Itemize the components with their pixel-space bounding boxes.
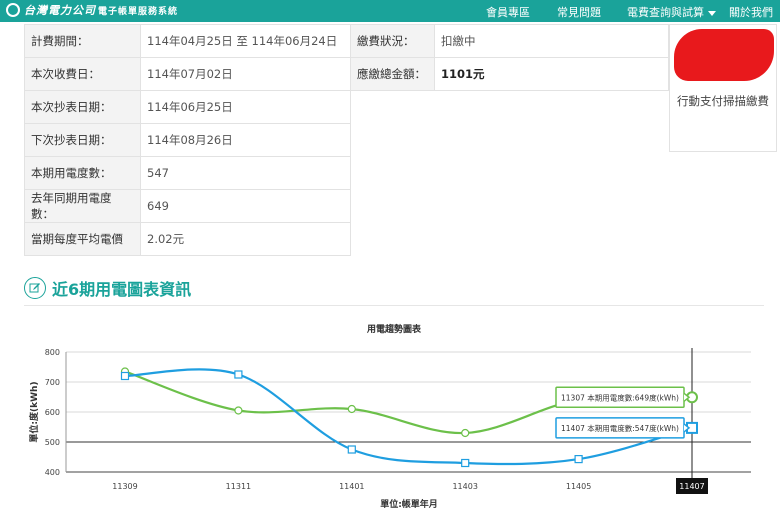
last-year-usage-value: 649 — [140, 189, 351, 223]
data-point — [347, 404, 356, 414]
billing-period-label: 計費期間： — [24, 24, 141, 58]
logo-system-name: 電子帳單服務系統 — [98, 6, 179, 17]
x-tick-label: 11405 — [566, 482, 591, 491]
empty-cell — [351, 157, 669, 190]
y-tick-label: 500 — [45, 438, 60, 447]
empty-cell — [351, 124, 669, 157]
chart-title: 用電趨勢圖表 — [366, 323, 422, 335]
chevron-down-icon — [708, 10, 716, 16]
empty-cell — [351, 223, 669, 256]
data-point — [461, 458, 470, 468]
payment-status-label: 繳費狀況： — [350, 24, 435, 58]
data-point — [461, 428, 470, 438]
collection-date-value: 114年07月02日 — [140, 57, 351, 91]
y-tick-label: 800 — [45, 348, 60, 357]
collection-date-label: 本次收費日： — [24, 57, 141, 91]
section-title: 近6期用電圖表資訊 — [52, 280, 192, 299]
usage-trend-chart[interactable]: 用電趨勢圖表 400 500 600 700 800 單位:度(kWh) 11309 11311… — [24, 313, 764, 510]
x-tick-label: 11401 — [339, 482, 364, 491]
last-year-usage-label: 去年同期用電度數： — [24, 189, 141, 223]
data-point — [574, 455, 583, 464]
table-row: 去年同期用電度數： 649 — [24, 189, 669, 223]
y-tick-label: 400 — [45, 468, 60, 477]
series-line — [124, 368, 693, 466]
table-row: 當期每度平均電價 2.02元 — [24, 222, 669, 256]
billing-period-value: 114年04月25日 至 114年06月24日 — [140, 24, 351, 58]
tooltip-text: 11407 本期用電度數:547度(kWh) — [561, 423, 679, 433]
usage-label: 本期用電度數： — [24, 156, 141, 190]
y-tick-label: 700 — [45, 378, 60, 387]
taipower-logo[interactable]: 台灣電力公司 電子帳單服務系統 — [6, 2, 178, 18]
total-amount-label: 應繳總金額： — [350, 57, 435, 91]
table-row: 下次抄表日期： 114年08月26日 — [24, 123, 669, 157]
next-read-date-label: 下次抄表日期： — [24, 123, 141, 157]
data-point — [347, 445, 356, 454]
y-tick-label: 600 — [45, 408, 60, 417]
payment-status-value: 扣繳中 — [434, 24, 669, 58]
edit-icon — [24, 277, 46, 299]
nav-bill-query[interactable]: 電費查詢與試算 — [627, 4, 716, 20]
nav-faq[interactable]: 常見問題 — [557, 4, 601, 20]
table-row: 本次收費日： 114年07月02日 應繳總金額： 1101元 — [24, 57, 669, 91]
nav-bill-query-label: 電費查詢與試算 — [627, 6, 704, 19]
section-divider — [24, 305, 764, 306]
read-date-label: 本次抄表日期： — [24, 90, 141, 124]
avg-price-label: 當期每度平均電價 — [24, 222, 141, 256]
data-point — [234, 370, 243, 379]
section-header: 近6期用電圖表資訊 — [24, 276, 191, 300]
top-nav-bar: 台灣電力公司 電子帳單服務系統 會員專區 常見問題 電費查詢與試算 關於我們 — [0, 0, 780, 22]
nav-about-us[interactable]: 關於我們 — [729, 4, 773, 20]
nav-member-area[interactable]: 會員專區 — [486, 4, 530, 20]
mobile-pay-text: 行動支付掃描繳費 — [677, 94, 769, 108]
read-date-value: 114年06月25日 — [140, 90, 351, 124]
data-point — [120, 371, 130, 381]
x-axis-label: 單位:帳單年月 — [380, 498, 438, 508]
x-tick-label: 11403 — [452, 482, 477, 491]
logo-company-name: 台灣電力公司 — [24, 4, 96, 17]
bill-info-table: 計費期間： 114年04月25日 至 114年06月24日 繳費狀況： 扣繳中 … — [24, 24, 669, 256]
x-tick-label: 11311 — [226, 482, 251, 491]
x-tick-label: 11407 — [679, 482, 704, 491]
y-axis-label: 單位:度(kWh) — [28, 381, 40, 442]
empty-cell — [351, 190, 669, 223]
chart-svg: 用電趨勢圖表 400 500 600 700 800 單位:度(kWh) 11309 11311… — [28, 323, 751, 510]
table-row: 本次抄表日期： 114年06月25日 — [24, 90, 669, 124]
next-read-date-value: 114年08月26日 — [140, 123, 351, 157]
empty-cell — [351, 91, 669, 124]
mobile-pay-panel[interactable]: 行動支付掃描繳費 — [669, 24, 777, 152]
logo-mark-icon — [6, 3, 20, 17]
avg-price-value: 2.02元 — [140, 222, 351, 256]
table-row: 計費期間： 114年04月25日 至 114年06月24日 繳費狀況： 扣繳中 — [24, 24, 669, 58]
tooltip-text: 11307 本期用電度數:649度(kWh) — [561, 392, 679, 402]
data-point — [234, 406, 243, 415]
total-amount-value: 1101元 — [434, 57, 669, 91]
redaction-mark — [674, 29, 774, 81]
usage-value: 547 — [140, 156, 351, 190]
table-row: 本期用電度數： 547 — [24, 156, 669, 190]
x-tick-label: 11309 — [112, 482, 137, 491]
